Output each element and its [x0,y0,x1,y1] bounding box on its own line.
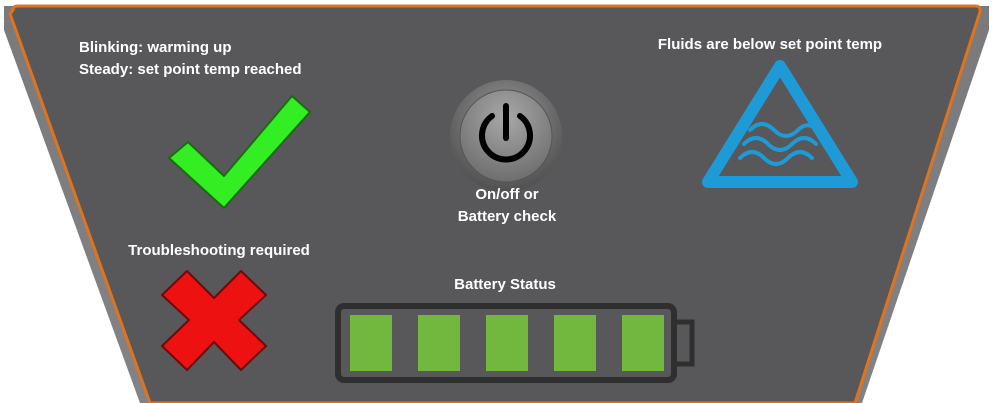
power-label: On/off or Battery check [412,184,602,228]
power-label-line2: Battery check [457,208,557,225]
wave-lines [738,122,818,166]
power-button[interactable] [448,78,564,194]
checkmark-icon [168,95,311,209]
battery-cell-2 [418,315,460,371]
battery-cell-4 [554,315,596,371]
fluids-label: Fluids are below set point temp [657,36,883,53]
warning-fluid-icon [702,60,858,188]
x-icon [161,270,267,371]
status-steady-text: Steady: set point temp reached [79,61,302,78]
status-blinking-text: Blinking: warming up [79,39,232,56]
status-text: Blinking: warming up Steady: set point t… [79,37,339,81]
battery-cells [350,315,664,371]
power-label-line1: On/off or [475,186,539,203]
troubleshooting-label: Troubleshooting required [128,242,310,259]
battery-cell-3 [486,315,528,371]
battery-cell-5 [622,315,664,371]
battery-indicator [335,303,695,383]
battery-status-label: Battery Status [454,276,556,293]
battery-cell-1 [350,315,392,371]
